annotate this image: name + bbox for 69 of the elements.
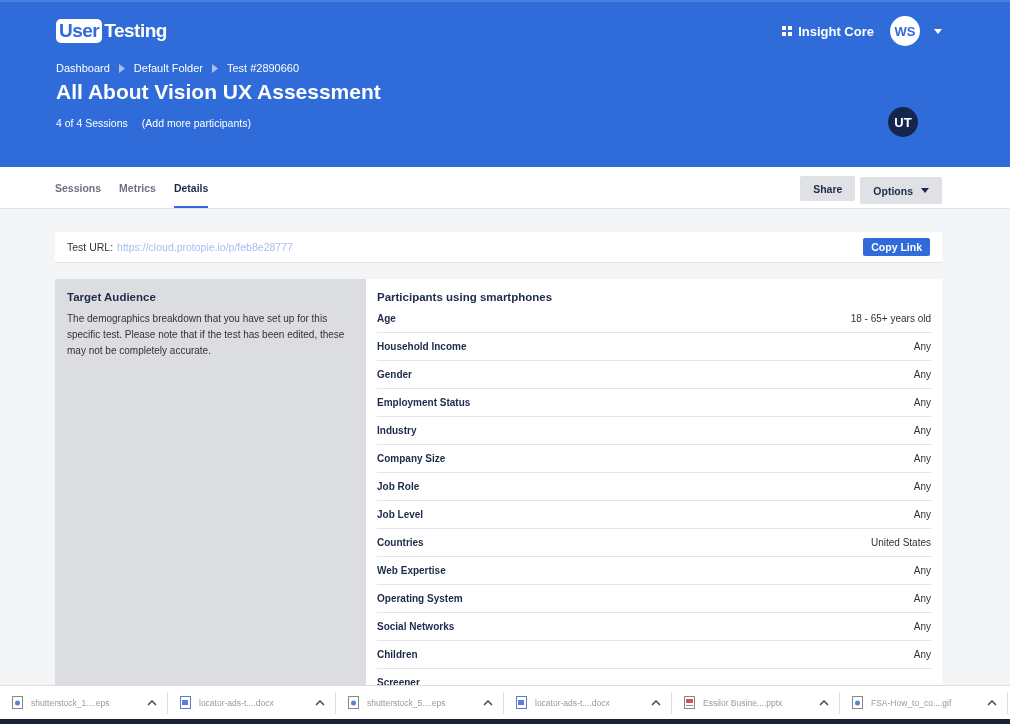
criteria-value: Any (913, 369, 931, 380)
slides-file-icon (684, 696, 695, 709)
criteria-value: Any (913, 425, 931, 436)
caret-icon (921, 188, 929, 193)
criteria-label: Job Level (377, 509, 424, 520)
criteria-value: Any (913, 341, 931, 352)
chevron-icon (118, 63, 125, 73)
download-filename[interactable]: shutterstock_1....eps (31, 697, 139, 708)
add-participants-link[interactable]: (Add more participants) (141, 117, 251, 129)
download-filename[interactable]: FSA-How_to_co....gif (871, 697, 979, 708)
criteria-label: Company Size (377, 453, 446, 464)
chevron-up-icon[interactable] (315, 699, 325, 706)
criteria-value: Any (913, 621, 931, 632)
breadcrumb-link[interactable]: Default Folder (133, 62, 203, 74)
caret-icon[interactable] (934, 28, 942, 34)
grid-icon (782, 26, 793, 36)
url-label: Test URL: (67, 241, 114, 253)
session-count: 4 of 4 Sessions (56, 117, 128, 129)
criteria-label: Employment Status (377, 397, 471, 408)
copy-link-button[interactable]: Copy Link (863, 238, 930, 256)
criteria-value: Any (913, 481, 931, 492)
image-file-icon (348, 696, 359, 709)
options-button[interactable]: Options (860, 177, 942, 204)
chevron-up-icon[interactable] (147, 699, 157, 706)
user-avatar[interactable]: WS (890, 16, 920, 46)
criteria-value: 18 - 65+ years old (850, 313, 931, 324)
criteria-label: Industry (377, 425, 417, 436)
download-filename[interactable]: Essilor Busine....pptx (703, 697, 811, 708)
criteria-value: Any (913, 453, 931, 464)
chevron-up-icon[interactable] (819, 699, 829, 706)
document-file-icon (180, 696, 191, 709)
criteria-value: Any (913, 593, 931, 604)
image-file-icon (852, 696, 863, 709)
chevron-up-icon[interactable] (651, 699, 661, 706)
share-button[interactable]: Share (800, 176, 856, 201)
brand-logo[interactable]: User Testing (56, 19, 167, 43)
tab[interactable]: Metrics (119, 167, 156, 208)
download-filename[interactable]: locator-ads-t....docx (199, 697, 307, 708)
criteria-label: Job Role (377, 481, 420, 492)
tab[interactable]: Sessions (55, 167, 102, 208)
panel-title: Participants using smartphones (377, 291, 554, 303)
image-file-icon (12, 696, 23, 709)
panel-title: Target Audience (67, 291, 157, 303)
breadcrumb-link[interactable]: Test #2890660 (226, 62, 300, 74)
chevron-up-icon[interactable] (483, 699, 493, 706)
tab[interactable]: Details (173, 167, 209, 208)
criteria-value: United States (870, 537, 931, 548)
criteria-value: Any (913, 509, 931, 520)
panel-description: The demographics breakdown that you have set up for this specific test. Please note that if the test has been edited, these may not be completely accurate. (67, 312, 346, 358)
criteria-label: Operating System (377, 593, 463, 604)
chevron-icon (211, 63, 218, 73)
criteria-label: Countries (377, 537, 424, 548)
page-title: All About Vision UX Assessment (56, 80, 382, 104)
criteria-value: Any (913, 649, 931, 660)
criteria-label: Social Networks (377, 621, 455, 632)
chevron-up-icon[interactable] (987, 699, 997, 706)
breadcrumb-link[interactable]: Dashboard (56, 62, 110, 74)
workspace-button[interactable]: Insight Core (782, 23, 874, 39)
download-filename[interactable]: locator-ads-t....docx (535, 697, 643, 708)
owner-avatar: UT (888, 107, 918, 137)
download-filename[interactable]: shutterstock_5....eps (367, 697, 475, 708)
criteria-label: Children (377, 649, 418, 660)
criteria-value: Any (913, 397, 931, 408)
document-file-icon (516, 696, 527, 709)
criteria-value: Any (913, 565, 931, 576)
criteria-label: Web Expertise (377, 565, 446, 576)
criteria-label: Household Income (377, 341, 467, 352)
criteria-label: Age (377, 313, 396, 324)
criteria-label: Gender (377, 369, 412, 380)
